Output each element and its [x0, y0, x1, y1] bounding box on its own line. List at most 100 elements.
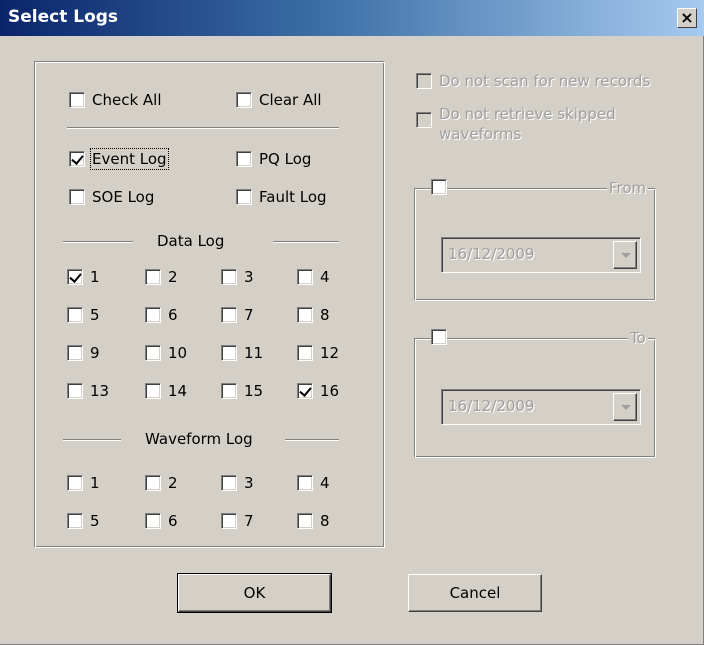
close-button[interactable]: × — [677, 8, 697, 28]
data-log-box-15[interactable] — [221, 383, 237, 399]
data-log-label-8: 8 — [320, 306, 330, 324]
no-scan-box[interactable] — [416, 73, 432, 89]
to-date-value: 16/12/2009 — [448, 397, 535, 415]
data-log-label-13: 13 — [90, 382, 110, 400]
no-scan-checkbox[interactable]: Do not scan for new records — [416, 72, 650, 90]
check-all-label: Check All — [92, 91, 162, 109]
no-retrieve-box[interactable] — [416, 112, 432, 128]
no-retrieve-label: Do not retrieve skipped waveforms — [439, 104, 616, 144]
no-retrieve-checkbox[interactable]: Do not retrieve skipped waveforms — [416, 104, 616, 144]
data-log-label-14: 14 — [168, 382, 188, 400]
data-log-box-8[interactable] — [297, 307, 313, 323]
data-log-label-11: 11 — [244, 344, 264, 362]
data-log-checkbox-15[interactable]: 15 — [221, 382, 263, 400]
data-log-checkbox-4[interactable]: 4 — [297, 268, 330, 286]
data-log-label-7: 7 — [244, 306, 254, 324]
data-log-box-14[interactable] — [145, 383, 161, 399]
soe-log-checkbox[interactable]: SOE Log — [69, 188, 154, 206]
waveform-log-box-2[interactable] — [145, 475, 161, 491]
data-log-box-10[interactable] — [145, 345, 161, 361]
data-log-box-7[interactable] — [221, 307, 237, 323]
data-log-checkbox-10[interactable]: 10 — [145, 344, 187, 362]
to-date-picker[interactable]: 16/12/2009 — [441, 389, 641, 425]
data-log-checkbox-1[interactable]: 1 — [67, 268, 100, 286]
waveform-log-checkbox-8[interactable]: 8 — [297, 512, 330, 530]
check-all-box[interactable] — [69, 92, 85, 108]
from-enable-checkbox[interactable] — [431, 179, 447, 195]
data-log-checkbox-7[interactable]: 7 — [221, 306, 254, 324]
fault-log-box[interactable] — [236, 189, 252, 205]
waveform-log-box-7[interactable] — [221, 513, 237, 529]
waveform-log-divider-left — [63, 439, 121, 441]
waveform-log-box-5[interactable] — [67, 513, 83, 529]
clear-all-box[interactable] — [236, 92, 252, 108]
data-log-box-3[interactable] — [221, 269, 237, 285]
data-log-checkbox-5[interactable]: 5 — [67, 306, 100, 324]
data-log-checkbox-14[interactable]: 14 — [145, 382, 187, 400]
data-log-box-5[interactable] — [67, 307, 83, 323]
waveform-log-checkbox-4[interactable]: 4 — [297, 474, 330, 492]
data-log-box-4[interactable] — [297, 269, 313, 285]
data-log-box-2[interactable] — [145, 269, 161, 285]
chevron-down-icon — [621, 405, 631, 410]
clear-all-checkbox[interactable]: Clear All — [236, 91, 322, 109]
data-log-checkbox-16[interactable]: 16 — [297, 382, 339, 400]
ok-button[interactable]: OK — [177, 573, 332, 613]
data-log-box-1[interactable] — [67, 269, 83, 285]
data-log-checkbox-9[interactable]: 9 — [67, 344, 100, 362]
waveform-log-box-1[interactable] — [67, 475, 83, 491]
from-date-picker[interactable]: 16/12/2009 — [441, 237, 641, 273]
from-dropdown-button[interactable] — [613, 241, 637, 269]
pq-log-label: PQ Log — [259, 150, 312, 168]
waveform-log-box-6[interactable] — [145, 513, 161, 529]
waveform-log-checkbox-7[interactable]: 7 — [221, 512, 254, 530]
data-log-checkbox-2[interactable]: 2 — [145, 268, 178, 286]
data-log-box-6[interactable] — [145, 307, 161, 323]
select-logs-dialog: Select Logs × Check All Clear All Event … — [0, 0, 704, 645]
data-log-label-15: 15 — [244, 382, 264, 400]
data-log-box-16[interactable] — [297, 383, 313, 399]
waveform-log-box-4[interactable] — [297, 475, 313, 491]
soe-log-box[interactable] — [69, 189, 85, 205]
waveform-log-divider-right — [285, 439, 339, 441]
event-log-box[interactable] — [69, 151, 85, 167]
waveform-log-box-3[interactable] — [221, 475, 237, 491]
cancel-button[interactable]: Cancel — [408, 574, 542, 612]
data-log-checkbox-3[interactable]: 3 — [221, 268, 254, 286]
data-log-checkbox-8[interactable]: 8 — [297, 306, 330, 324]
data-log-divider-right — [273, 241, 339, 243]
divider-line — [67, 127, 339, 129]
to-dropdown-button[interactable] — [613, 393, 637, 421]
check-all-checkbox[interactable]: Check All — [69, 91, 162, 109]
waveform-log-checkbox-5[interactable]: 5 — [67, 512, 100, 530]
waveform-log-label-7: 7 — [244, 512, 254, 530]
soe-log-label: SOE Log — [92, 188, 155, 206]
waveform-log-checkbox-2[interactable]: 2 — [145, 474, 178, 492]
data-log-label-12: 12 — [320, 344, 340, 362]
title-bar[interactable]: Select Logs × — [0, 0, 704, 36]
waveform-log-box-8[interactable] — [297, 513, 313, 529]
waveform-log-label-4: 4 — [320, 474, 330, 492]
data-log-box-11[interactable] — [221, 345, 237, 361]
waveform-log-checkbox-3[interactable]: 3 — [221, 474, 254, 492]
fault-log-checkbox[interactable]: Fault Log — [236, 188, 327, 206]
data-log-checkbox-11[interactable]: 11 — [221, 344, 263, 362]
to-enable-checkbox[interactable] — [431, 329, 447, 345]
waveform-log-checkbox-6[interactable]: 6 — [145, 512, 178, 530]
pq-log-checkbox[interactable]: PQ Log — [236, 150, 311, 168]
to-legend: To — [628, 329, 648, 347]
waveform-log-checkbox-1[interactable]: 1 — [67, 474, 100, 492]
data-log-checkbox-6[interactable]: 6 — [145, 306, 178, 324]
waveform-log-label-5: 5 — [90, 512, 100, 530]
pq-log-box[interactable] — [236, 151, 252, 167]
data-log-divider-left — [63, 241, 133, 243]
data-log-box-9[interactable] — [67, 345, 83, 361]
data-log-label-2: 2 — [168, 268, 178, 286]
waveform-log-label-1: 1 — [90, 474, 100, 492]
data-log-checkbox-12[interactable]: 12 — [297, 344, 339, 362]
data-log-checkbox-13[interactable]: 13 — [67, 382, 109, 400]
waveform-log-label-6: 6 — [168, 512, 178, 530]
event-log-checkbox[interactable]: Event Log — [69, 148, 169, 170]
data-log-box-13[interactable] — [67, 383, 83, 399]
data-log-box-12[interactable] — [297, 345, 313, 361]
